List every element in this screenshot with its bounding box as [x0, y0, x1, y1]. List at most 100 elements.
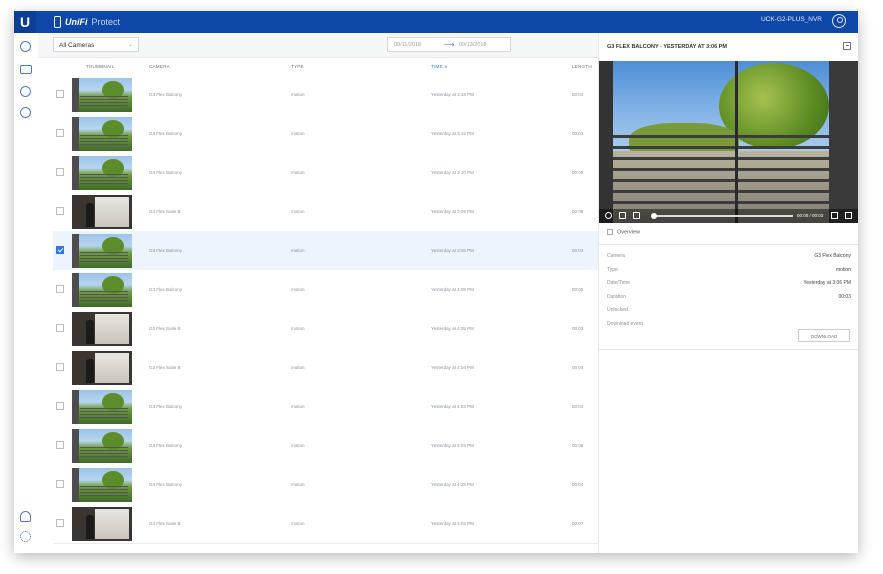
col-camera[interactable]: CAMERA: [149, 64, 170, 69]
cell-length: 00:08: [572, 209, 584, 214]
thumb-rail: [80, 408, 128, 418]
cell-time: Yesterday at 3:10 PM: [431, 170, 474, 175]
cell-type: motion: [291, 404, 305, 409]
date-range-picker[interactable]: 09/11/2018 ⟶ 09/13/2018: [387, 37, 511, 52]
cell-length: 00:05: [572, 287, 584, 292]
cell-time: Yesterday at 4:04 PM: [431, 365, 474, 370]
overview-checkbox[interactable]: [607, 229, 613, 235]
cell-time: Yesterday at 4:25 PM: [431, 482, 474, 487]
cell-length: 00:07: [572, 521, 584, 526]
row-checkbox[interactable]: [56, 285, 64, 293]
search-icon[interactable]: [20, 107, 31, 118]
thumb-post: [72, 429, 79, 463]
row-checkbox[interactable]: [56, 324, 64, 332]
event-thumbnail[interactable]: [72, 78, 132, 112]
detail-field-label: Download event: [607, 320, 643, 327]
play-icon[interactable]: [20, 86, 31, 97]
cell-time: Yesterday at 3:09 PM: [431, 209, 474, 214]
brand-secondary: Protect: [91, 17, 121, 27]
volume-icon[interactable]: [619, 212, 626, 219]
table-row[interactable]: G3 Flex Balcony motion Yesterday at 3:06 P…: [53, 231, 598, 271]
cameras-icon[interactable]: [20, 65, 32, 74]
thumb-post: [72, 468, 79, 502]
cell-type: motion: [291, 92, 305, 97]
settings-icon[interactable]: [20, 531, 31, 542]
fullscreen-icon[interactable]: [845, 212, 852, 219]
cell-length: 00:06: [572, 443, 584, 448]
row-checkbox[interactable]: [56, 480, 64, 488]
cell-type: motion: [291, 248, 305, 253]
event-thumbnail[interactable]: [72, 156, 132, 190]
event-thumbnail[interactable]: [72, 273, 132, 307]
table-row[interactable]: G3 Flex Balcony motion Yesterday at 3:18 P…: [53, 75, 598, 115]
thumb-person: [86, 320, 94, 344]
video-scrubber[interactable]: [651, 213, 793, 219]
cell-camera: G3 Flex Suite B: [149, 209, 181, 214]
row-checkbox[interactable]: [56, 402, 64, 410]
expand-icon[interactable]: [831, 212, 838, 219]
collapse-icon[interactable]: [843, 42, 851, 50]
cell-length: 00:04: [572, 482, 584, 487]
date-from[interactable]: 09/11/2018: [394, 38, 421, 52]
table-row[interactable]: G3 Flex Suite B motion Yesterday at 4:03 P…: [53, 504, 598, 544]
detail-field-value: 00:03: [838, 293, 851, 300]
cell-camera: G3 Flex Balcony: [149, 482, 183, 487]
video-time: 00:00 / 00:03: [797, 213, 824, 218]
cell-length: 00:03: [572, 326, 584, 331]
row-checkbox[interactable]: [56, 519, 64, 527]
divider: [599, 244, 858, 245]
camera-filter-value: All Cameras: [59, 42, 95, 49]
event-thumbnail[interactable]: [72, 234, 132, 268]
thumb-person: [86, 515, 94, 539]
table-row[interactable]: G3 Flex Balcony motion Yesterday at 3:12 P…: [53, 114, 598, 154]
date-to[interactable]: 09/13/2018: [459, 38, 487, 52]
row-checkbox[interactable]: [56, 129, 64, 137]
table-row[interactable]: G3 Flex Suite B motion Yesterday at 3:09 P…: [53, 192, 598, 232]
cell-camera: G3 Flex Suite B: [149, 521, 181, 526]
row-checkbox[interactable]: [56, 246, 64, 254]
event-thumbnail[interactable]: [72, 429, 132, 463]
users-icon[interactable]: [20, 511, 31, 522]
table-row[interactable]: G3 Flex Suite B motion Yesterday at 4:04 P…: [53, 348, 598, 388]
thumb-rail: [80, 252, 128, 262]
scrubber-handle[interactable]: [651, 213, 657, 219]
dashboard-icon[interactable]: [20, 41, 31, 52]
event-thumbnail[interactable]: [72, 351, 132, 385]
camera-filter-select[interactable]: All Cameras ⌄: [53, 37, 139, 52]
overview-toggle[interactable]: Overview: [607, 229, 640, 235]
event-thumbnail[interactable]: [72, 195, 132, 229]
thumb-person: [86, 359, 94, 383]
nvr-name[interactable]: UCK-G2-PLUS_NVR: [761, 16, 822, 23]
row-checkbox[interactable]: [56, 441, 64, 449]
row-checkbox[interactable]: [56, 168, 64, 176]
cell-length: 00:04: [572, 404, 584, 409]
cell-camera: G3 Flex Balcony: [149, 92, 183, 97]
col-length[interactable]: LENGTH: [572, 64, 592, 69]
event-thumbnail[interactable]: [72, 312, 132, 346]
table-row[interactable]: G3 Flex Balcony motion Yesterday at 3:10 P…: [53, 153, 598, 193]
table-row[interactable]: G3 Flex Balcony motion Yesterday at 4:25 P…: [53, 465, 598, 505]
video-player[interactable]: 00:00 / 00:03: [599, 61, 858, 223]
row-checkbox[interactable]: [56, 207, 64, 215]
download-button[interactable]: DOWNLOAD: [798, 329, 850, 342]
col-time[interactable]: TIME ∧: [431, 64, 448, 70]
table-row[interactable]: G3 Flex Balcony motion Yesterday at 4:09 P…: [53, 270, 598, 310]
event-thumbnail[interactable]: [72, 390, 132, 424]
row-checkbox[interactable]: [56, 363, 64, 371]
user-account-icon[interactable]: [832, 14, 846, 28]
cell-time: Yesterday at 3:06 PM: [431, 248, 474, 253]
detail-field-label: Camera: [607, 253, 625, 259]
play-pause-icon[interactable]: [605, 212, 612, 219]
table-row[interactable]: G3 Flex Suite B motion Yesterday at 4:05 P…: [53, 309, 598, 349]
col-type[interactable]: TYPE: [291, 64, 304, 69]
table-row[interactable]: G3 Flex Balcony motion Yesterday at 4:03 P…: [53, 426, 598, 466]
ubiquiti-logo-icon[interactable]: U: [14, 11, 36, 33]
event-thumbnail[interactable]: [72, 507, 132, 541]
table-row[interactable]: G3 Flex Balcony motion Yesterday at 4:03 P…: [53, 387, 598, 427]
thumb-post: [72, 234, 79, 268]
detail-field-label: Duration: [607, 293, 626, 300]
event-thumbnail[interactable]: [72, 117, 132, 151]
row-checkbox[interactable]: [56, 90, 64, 98]
event-thumbnail[interactable]: [72, 468, 132, 502]
snapshot-icon[interactable]: [633, 212, 640, 219]
